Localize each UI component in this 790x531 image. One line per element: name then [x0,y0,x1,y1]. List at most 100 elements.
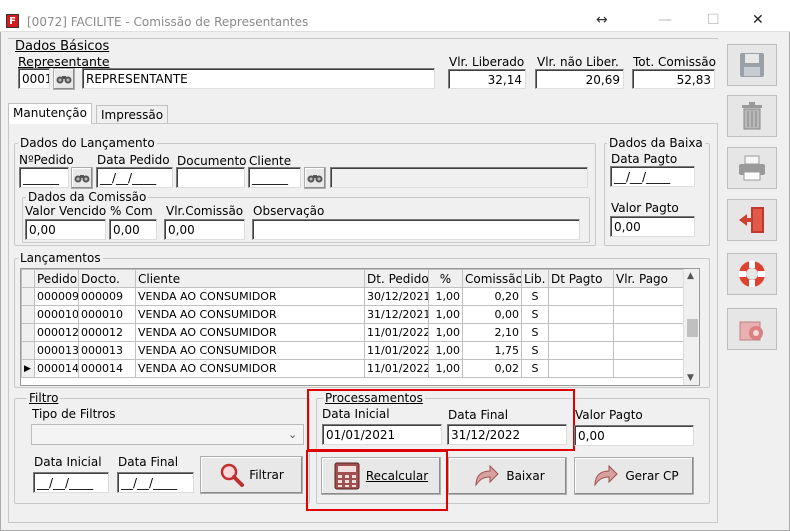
cell-comissao[interactable]: 0,20 [462,287,522,306]
cell-dt-pagto[interactable] [548,359,614,378]
scrollbar-thumb[interactable] [687,319,698,337]
cell-vlr-pago[interactable] [613,287,684,306]
filtrar-button[interactable]: Filtrar [200,456,303,494]
cell-comissao[interactable]: 0,02 [462,359,522,378]
cell-cliente[interactable]: VENDA AO CONSUMIDOR [135,359,365,378]
save-button[interactable] [727,44,777,86]
cell-dt-pagto[interactable] [548,287,614,306]
cell-cliente[interactable]: VENDA AO CONSUMIDOR [135,323,365,342]
cell-dt-pedido[interactable]: 31/12/2021 [364,305,429,324]
exit-button[interactable] [727,199,777,241]
close-button[interactable]: ✕ [752,12,764,28]
col-header-dt-pagto[interactable]: Dt Pagto [548,269,614,288]
search-cliente-button[interactable] [304,167,326,189]
cell-cliente[interactable]: VENDA AO CONSUMIDOR [135,305,365,324]
cell-lib[interactable]: S [521,359,549,378]
cell-comissao[interactable]: 1,75 [462,341,522,360]
scroll-down-icon[interactable]: ▼ [687,373,694,383]
cell-docto[interactable]: 000009 [78,287,136,306]
cell-cliente[interactable]: VENDA AO CONSUMIDOR [135,287,365,306]
row-indicator[interactable]: ▶ [21,359,35,378]
col-header-vlr-pago[interactable]: Vlr. Pago [613,269,684,288]
cell-lib[interactable]: S [521,287,549,306]
cell-dt-pagto[interactable] [548,305,614,324]
resize-icon[interactable]: ↔ [596,12,608,28]
table-row[interactable]: ▶ 000014 000014 VENDA AO CONSUMIDOR 11/01/20… [21,359,684,378]
vlr-comissao-field[interactable]: 0,00 [164,219,245,240]
maximize-button[interactable]: ☐ [707,12,720,28]
cell-cliente[interactable]: VENDA AO CONSUMIDOR [135,341,365,360]
cell-docto[interactable]: 000014 [78,359,136,378]
col-header-dt-pedido[interactable]: Dt. Pedido [364,269,429,288]
cell-lib[interactable]: S [521,323,549,342]
table-row[interactable]: 000012 000012 VENDA AO CONSUMIDOR 11/01/202… [21,323,684,342]
col-header-pedido[interactable]: Pedido [34,269,79,288]
minimize-button[interactable]: — [658,12,672,28]
col-header-lib[interactable]: Lib. [521,269,549,288]
cell-dt-pedido[interactable]: 30/12/2021 [364,287,429,306]
cell-vlr-pago[interactable] [613,359,684,378]
print-button[interactable] [727,147,777,189]
cell-pct[interactable]: 1,00 [428,359,463,378]
recalcular-button[interactable]: Recalcular [321,457,441,495]
col-header-docto[interactable]: Docto. [78,269,136,288]
cell-vlr-pago[interactable] [613,305,684,324]
search-pedido-button[interactable] [71,167,93,189]
cell-pct[interactable]: 1,00 [428,341,463,360]
cell-dt-pedido[interactable]: 11/01/2022 [364,359,429,378]
help-button[interactable] [727,253,777,295]
row-indicator[interactable] [21,323,35,342]
table-row[interactable]: 000009 000009 VENDA AO CONSUMIDOR 30/12/202… [21,287,684,306]
cell-dt-pagto[interactable] [548,323,614,342]
cell-dt-pedido[interactable]: 11/01/2022 [364,341,429,360]
representante-code-field[interactable]: 0001 [18,68,50,89]
tab-impressao[interactable]: Impressão [96,105,169,124]
cell-lib[interactable]: S [521,341,549,360]
cliente-code-field[interactable]: ______ [248,167,301,188]
cell-lib[interactable]: S [521,305,549,324]
cell-vlr-pago[interactable] [613,341,684,360]
data-pedido-field[interactable]: __/__/____ [96,167,173,188]
row-indicator[interactable] [21,287,35,306]
proc-data-inicial-field[interactable]: 01/01/2021 [322,424,442,445]
cell-docto[interactable]: 000010 [78,305,136,324]
cell-pedido[interactable]: 000014 [34,359,79,378]
col-header-comissao[interactable]: Comissão [462,269,522,288]
data-pagto-field[interactable]: __/__/____ [610,166,695,187]
cell-pct[interactable]: 1,00 [428,323,463,342]
table-row[interactable]: 000013 000013 VENDA AO CONSUMIDOR 11/01/202… [21,341,684,360]
cell-vlr-pago[interactable] [613,323,684,342]
proc-valor-pagto-field[interactable]: 0,00 [574,425,694,446]
table-row[interactable]: 000010 000010 VENDA AO CONSUMIDOR 31/12/202… [21,305,684,324]
row-indicator[interactable] [21,341,35,360]
representante-name-field[interactable]: REPRESENTANTE [82,68,435,89]
tipo-filtros-select[interactable] [31,424,304,445]
delete-button[interactable] [727,95,777,137]
cell-pct[interactable]: 1,00 [428,287,463,306]
cell-pedido[interactable]: 000012 [34,323,79,342]
chevron-down-icon[interactable]: ⌄ [288,428,297,441]
lancamentos-grid[interactable]: Pedido Docto. Cliente Dt. Pedido % Comis… [20,268,700,386]
valor-pagto-field[interactable]: 0,00 [610,216,695,237]
cell-pedido[interactable]: 000010 [34,305,79,324]
cell-dt-pedido[interactable]: 11/01/2022 [364,323,429,342]
cell-comissao[interactable]: 0,00 [462,305,522,324]
scroll-up-icon[interactable]: ▲ [687,271,694,281]
search-representante-button[interactable] [53,68,75,90]
baixar-button[interactable]: Baixar [448,457,567,495]
row-indicator[interactable] [21,305,35,324]
settings-button[interactable] [727,308,777,350]
observacao-field[interactable] [252,219,580,240]
pct-com-field[interactable]: 0,00 [109,219,157,240]
pedido-field[interactable]: ______ [19,167,69,188]
documento-field[interactable] [176,167,245,188]
proc-data-final-field[interactable]: 31/12/2022 [447,424,567,445]
gerar-cp-button[interactable]: Gerar CP [574,457,694,495]
vertical-scrollbar[interactable]: ▲ ▼ [683,269,699,385]
cell-docto[interactable]: 000013 [78,341,136,360]
tab-manutencao[interactable]: Manutenção [8,103,92,124]
col-header-cliente[interactable]: Cliente [135,269,365,288]
filtro-data-inicial-field[interactable]: __/__/____ [33,472,109,493]
cell-pedido[interactable]: 000013 [34,341,79,360]
valor-vencido-field[interactable]: 0,00 [25,219,106,240]
